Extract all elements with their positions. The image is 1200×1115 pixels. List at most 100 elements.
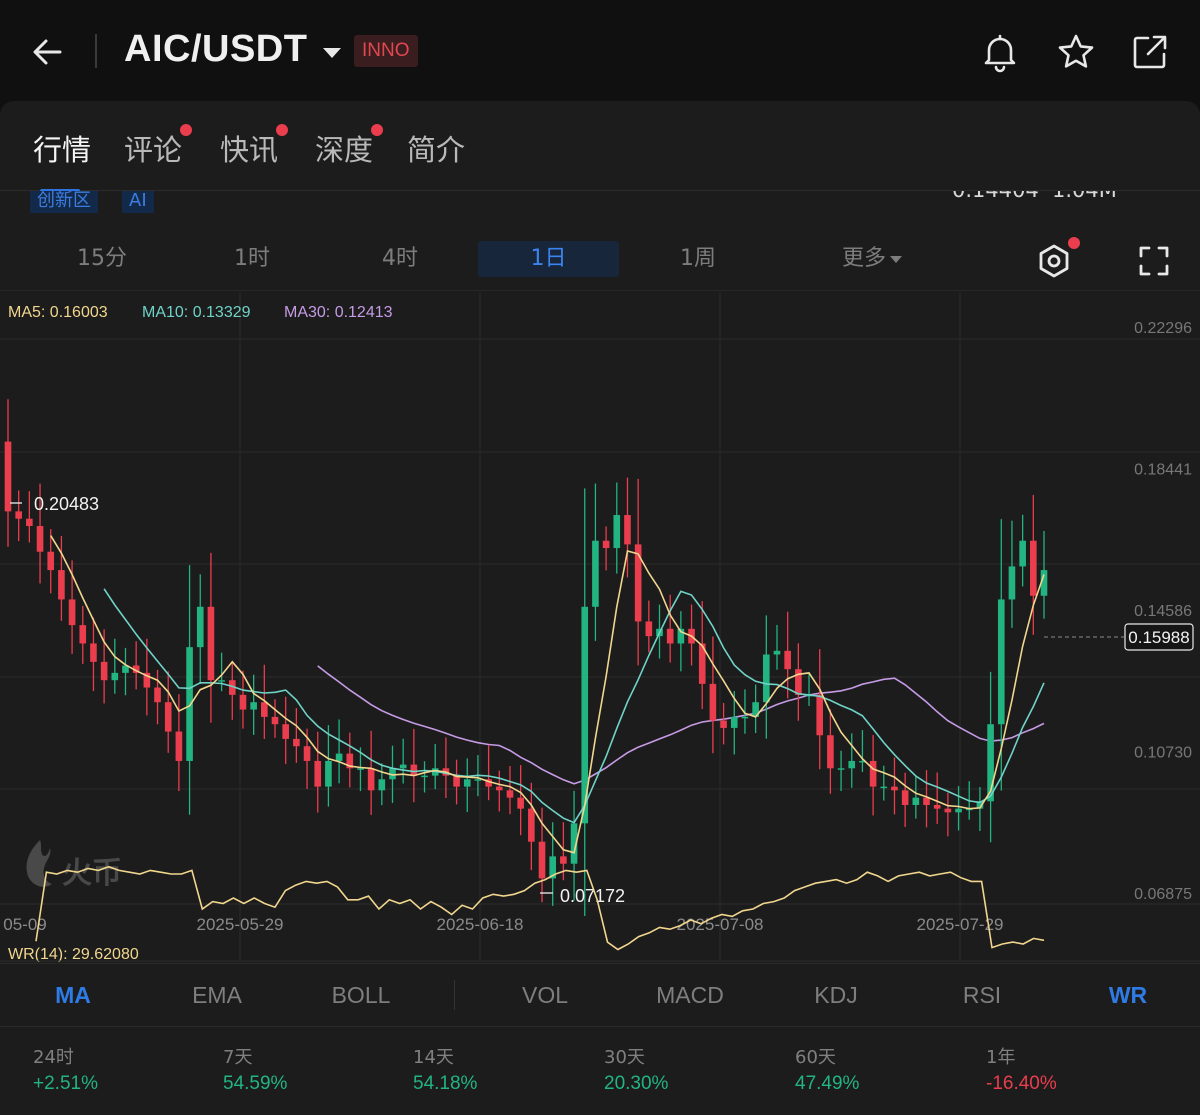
tab-depth[interactable]: 深度 xyxy=(315,124,384,169)
pair-title[interactable]: AIC/USDT xyxy=(124,28,307,71)
candle-down xyxy=(901,790,909,805)
candle-up xyxy=(1008,566,1016,600)
indicator-macd[interactable]: MACD xyxy=(656,982,724,1009)
clipped-price-value: 0.14404 xyxy=(952,191,1039,202)
stat-label: 1年 xyxy=(986,1047,1016,1068)
indicator-bar: MA EMA BOLL VOL MACD KDJ RSI WR xyxy=(0,963,1200,1027)
stat-value: -16.40% xyxy=(986,1073,1057,1094)
notification-dot xyxy=(276,124,289,136)
ma30-legend: MA30: 0.12413 xyxy=(284,304,393,321)
candle-down xyxy=(709,683,717,721)
ma10-legend: MA10: 0.13329 xyxy=(142,304,251,321)
interval-15m[interactable]: 15分 xyxy=(60,241,144,277)
clipped-volume-value: 1.04M xyxy=(1052,191,1117,202)
caret-down-icon[interactable] xyxy=(320,40,344,64)
tab-comments[interactable]: 评论 xyxy=(124,124,193,169)
candle-down xyxy=(79,625,87,644)
stat-value: 47.49% xyxy=(795,1073,860,1094)
interval-4h[interactable]: 4时 xyxy=(358,241,442,277)
interval-1d[interactable]: 1日 xyxy=(478,241,619,277)
indicator-vol[interactable]: VOL xyxy=(522,982,568,1009)
fullscreen-icon[interactable] xyxy=(1134,241,1174,281)
candle-up xyxy=(848,760,856,769)
candle-down xyxy=(367,768,375,791)
star-icon[interactable] xyxy=(1054,30,1098,74)
stat-value: 54.18% xyxy=(413,1073,478,1094)
tab-intro[interactable]: 简介 xyxy=(407,127,465,169)
candle-down xyxy=(271,716,279,725)
candle-down xyxy=(923,797,930,805)
candle-up xyxy=(474,779,482,781)
last-price-label: 0.15988 xyxy=(1128,628,1189,647)
candle-down xyxy=(68,599,76,626)
zone-badge: INNO xyxy=(354,35,418,67)
back-arrow-icon[interactable] xyxy=(28,32,68,72)
bell-icon[interactable] xyxy=(978,30,1022,74)
candle-down xyxy=(495,786,503,791)
candle-down xyxy=(784,650,791,670)
candle-down xyxy=(282,724,290,739)
stat-value: +2.51% xyxy=(33,1073,98,1094)
candle-down xyxy=(47,551,55,571)
candle-down xyxy=(314,760,322,787)
candle-down xyxy=(15,511,22,519)
indicator-wr[interactable]: WR xyxy=(1109,982,1147,1009)
notification-dot xyxy=(371,124,384,136)
candle-down xyxy=(944,808,952,813)
candle-down xyxy=(816,694,824,736)
candle-down xyxy=(624,515,631,545)
tab-news[interactable]: 快讯 xyxy=(220,124,289,169)
wr-indicator-chart[interactable] xyxy=(0,841,1200,963)
stat-label: 7天 xyxy=(223,1047,253,1068)
candle-down xyxy=(720,720,727,728)
settings-icon[interactable] xyxy=(1034,241,1074,281)
interval-1h[interactable]: 1时 xyxy=(210,241,294,277)
stat-30d: 30天 20.30% xyxy=(604,1043,668,1095)
candle-up xyxy=(1019,540,1026,567)
candle-up xyxy=(357,768,364,770)
period-change-stats: 24时 +2.51% 7天 54.59% 14天 54.18% 30天 20.3… xyxy=(0,1027,1200,1115)
interval-1w[interactable]: 1周 xyxy=(656,241,740,277)
ma30-path xyxy=(317,665,1045,785)
candle-down xyxy=(634,544,642,622)
ma5-legend: MA5: 0.16003 xyxy=(8,304,108,321)
candle-down xyxy=(827,735,834,769)
share-icon[interactable] xyxy=(1128,30,1172,74)
indicator-ma[interactable]: MA xyxy=(55,982,91,1009)
interval-selector: 15分 1时 4时 1日 1周 更多 xyxy=(0,241,1200,291)
stat-1y: 1年 -16.40% xyxy=(986,1043,1057,1095)
candle-up xyxy=(730,716,738,728)
stat-label: 60天 xyxy=(795,1047,836,1068)
indicator-kdj[interactable]: KDJ xyxy=(814,982,857,1009)
candle-down xyxy=(164,702,172,732)
ma5-legend-value: 0.16003 xyxy=(50,304,108,321)
candle-up xyxy=(335,753,343,761)
zone-tag[interactable]: 创新区 xyxy=(30,191,98,213)
tab-market[interactable]: 行情 xyxy=(33,127,91,169)
more-label: 更多 xyxy=(841,246,886,271)
chart-grid xyxy=(0,292,1200,905)
indicator-boll[interactable]: BOLL xyxy=(332,982,391,1009)
candle-down xyxy=(528,808,535,842)
candle-down xyxy=(517,797,524,809)
app-header: AIC/USDT INNO xyxy=(0,0,1200,102)
candle-down xyxy=(261,702,268,717)
candle-up xyxy=(186,647,193,761)
candle-down xyxy=(869,760,877,787)
candle-down xyxy=(154,687,161,703)
candle-down xyxy=(58,570,65,600)
interval-more[interactable]: 更多 xyxy=(826,241,918,277)
stat-value: 20.30% xyxy=(604,1073,669,1094)
candle-up xyxy=(463,779,471,787)
notification-dot xyxy=(180,124,193,136)
candle-down xyxy=(602,540,610,549)
stat-14d: 14天 54.18% xyxy=(413,1043,477,1095)
candle-up xyxy=(325,760,332,787)
indicator-rsi[interactable]: RSI xyxy=(963,982,1001,1009)
ai-tag[interactable]: AI xyxy=(122,191,154,213)
candle-up xyxy=(997,599,1005,725)
wr-line xyxy=(35,865,1045,951)
candle-up xyxy=(399,764,407,769)
price-tick-label: 0.22296 xyxy=(1134,320,1192,337)
indicator-ema[interactable]: EMA xyxy=(192,982,242,1009)
